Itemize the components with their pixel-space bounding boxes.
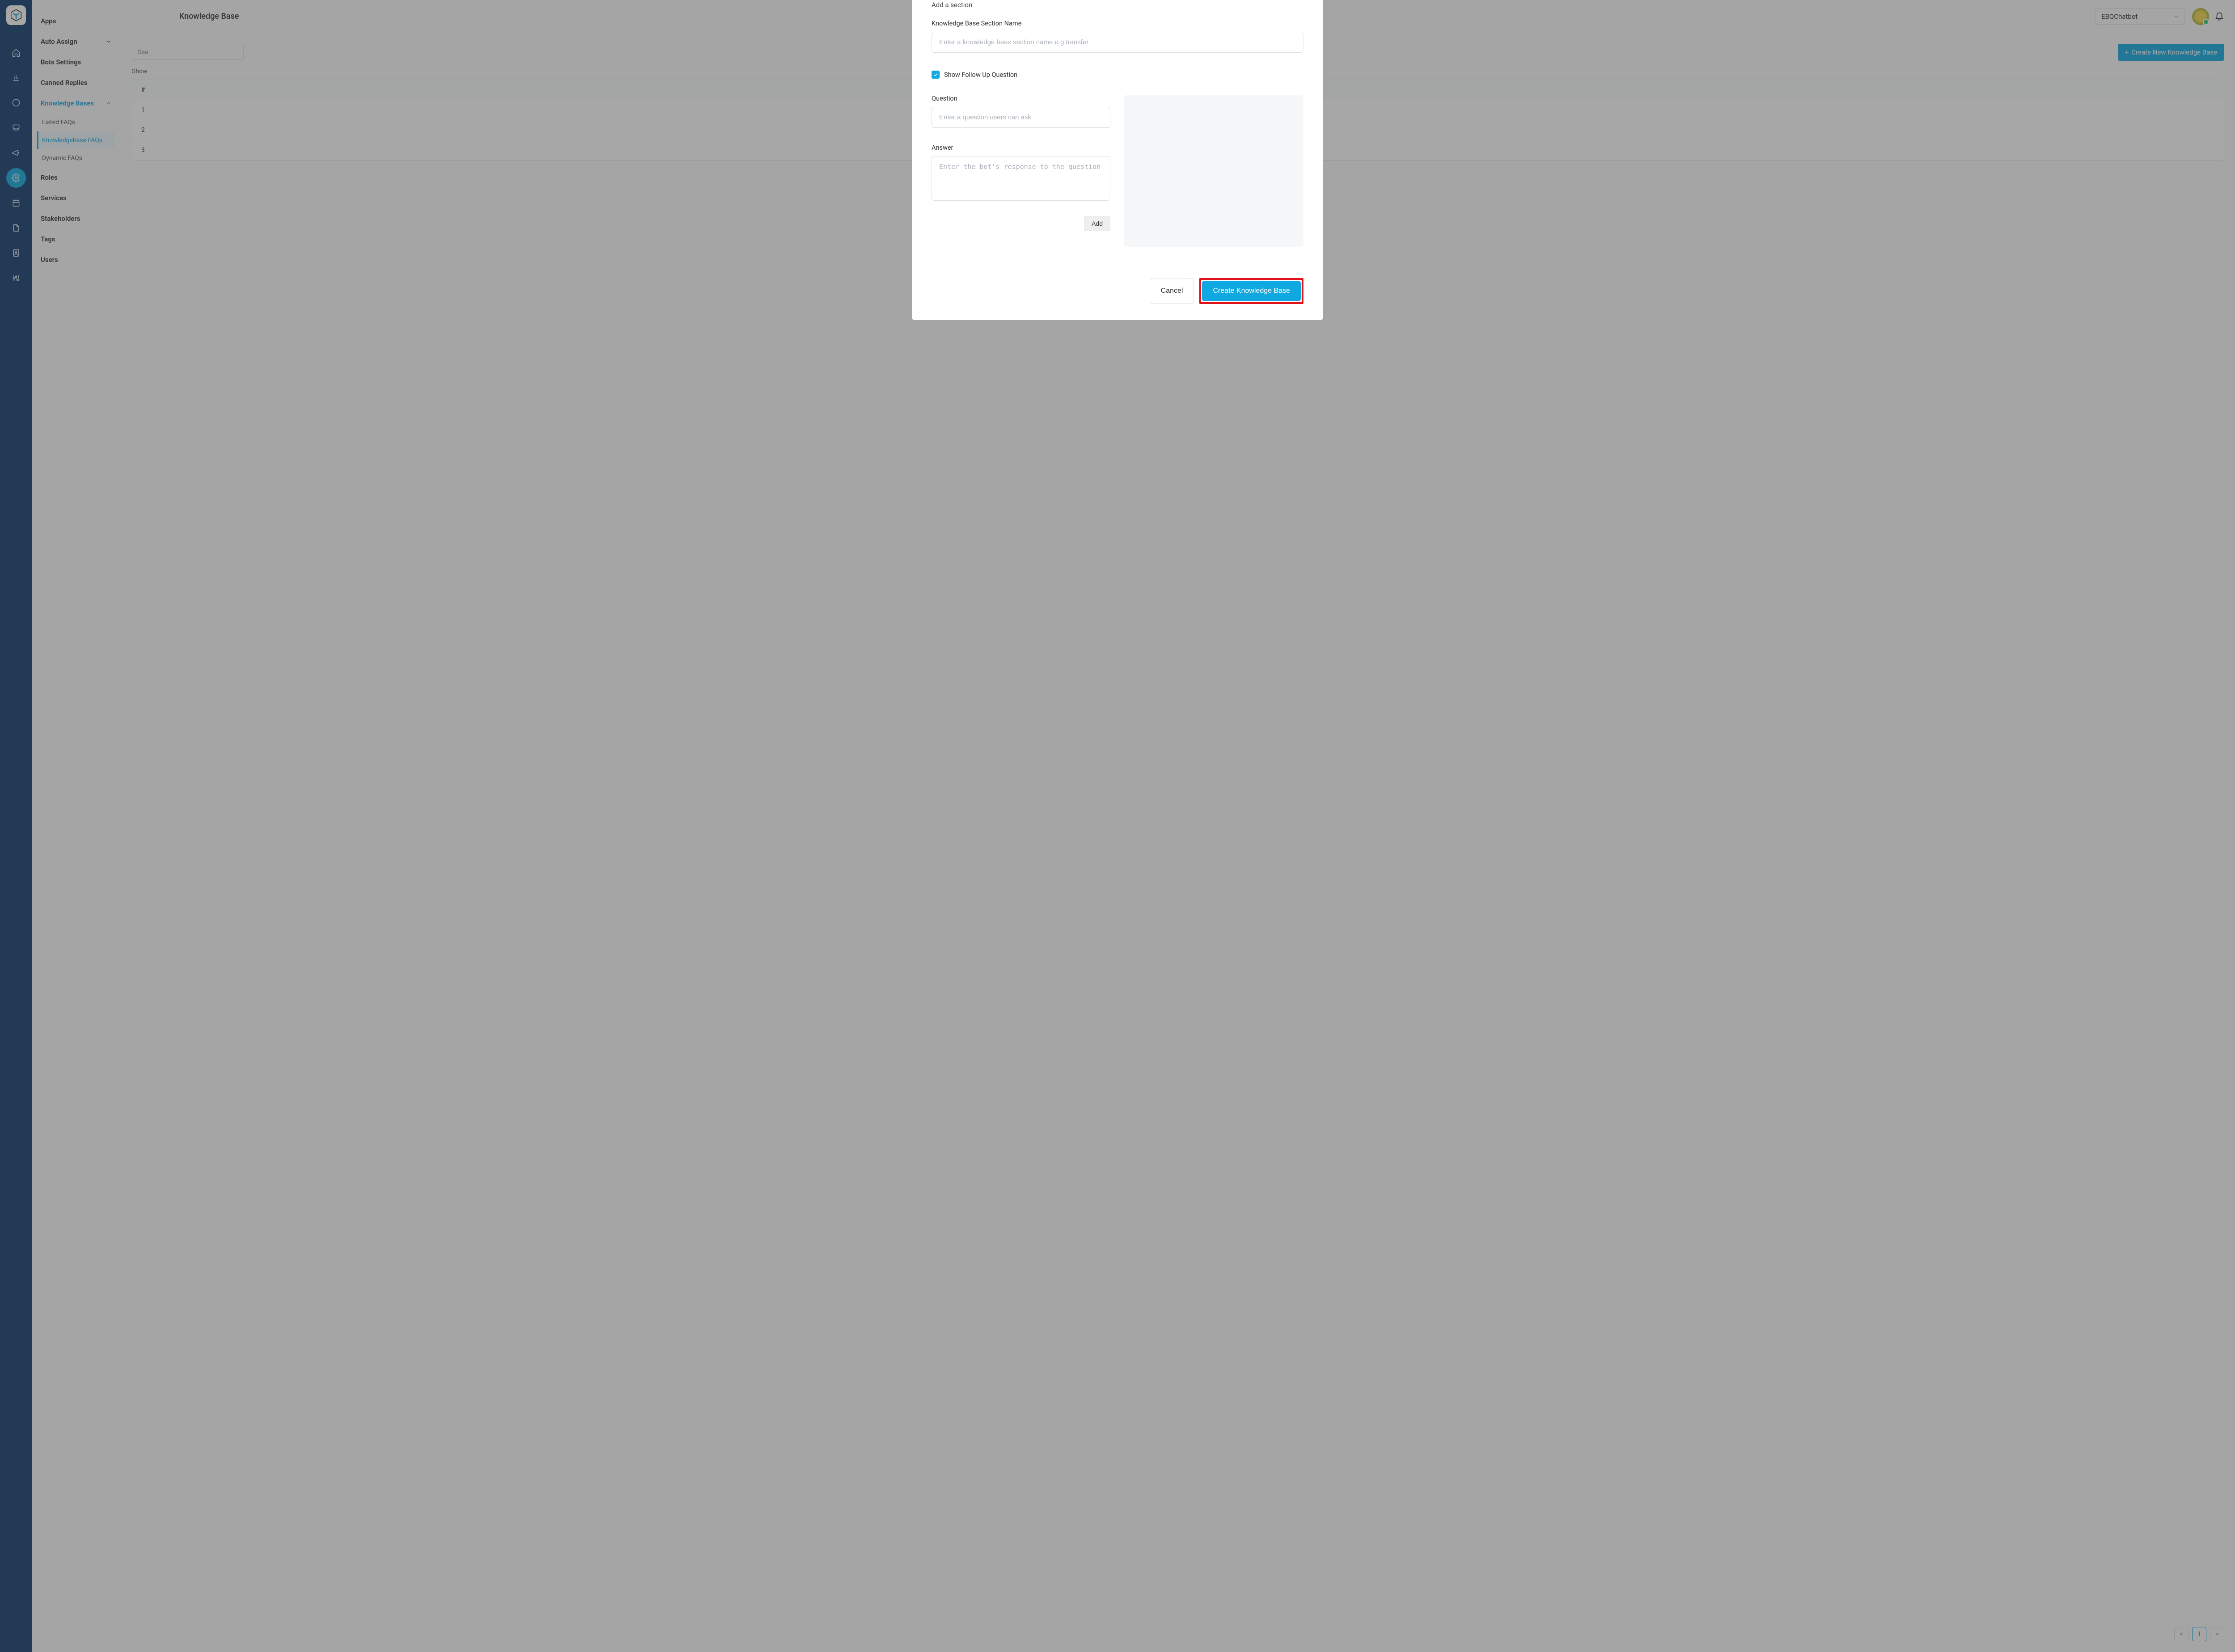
field-label-section-name: Knowledge Base Section Name [932,20,1303,27]
create-kb-modal: Add a section Knowledge Base Section Nam… [912,0,1323,320]
section-name-input[interactable] [932,32,1303,53]
add-button[interactable]: Add [1084,216,1110,231]
modal-section-title: Add a section [932,0,1303,9]
annotation-highlight: Create Knowledge Base [1199,278,1303,304]
question-input[interactable] [932,107,1110,128]
field-label-answer: Answer [932,144,1110,152]
field-label-question: Question [932,95,1110,102]
followup-checkbox[interactable] [932,71,940,79]
followup-checkbox-label: Show Follow Up Question [944,71,1017,79]
answer-textarea[interactable] [932,156,1110,201]
cancel-button[interactable]: Cancel [1150,278,1194,304]
create-kb-submit-button[interactable]: Create Knowledge Base [1202,281,1301,301]
preview-panel [1124,95,1303,247]
